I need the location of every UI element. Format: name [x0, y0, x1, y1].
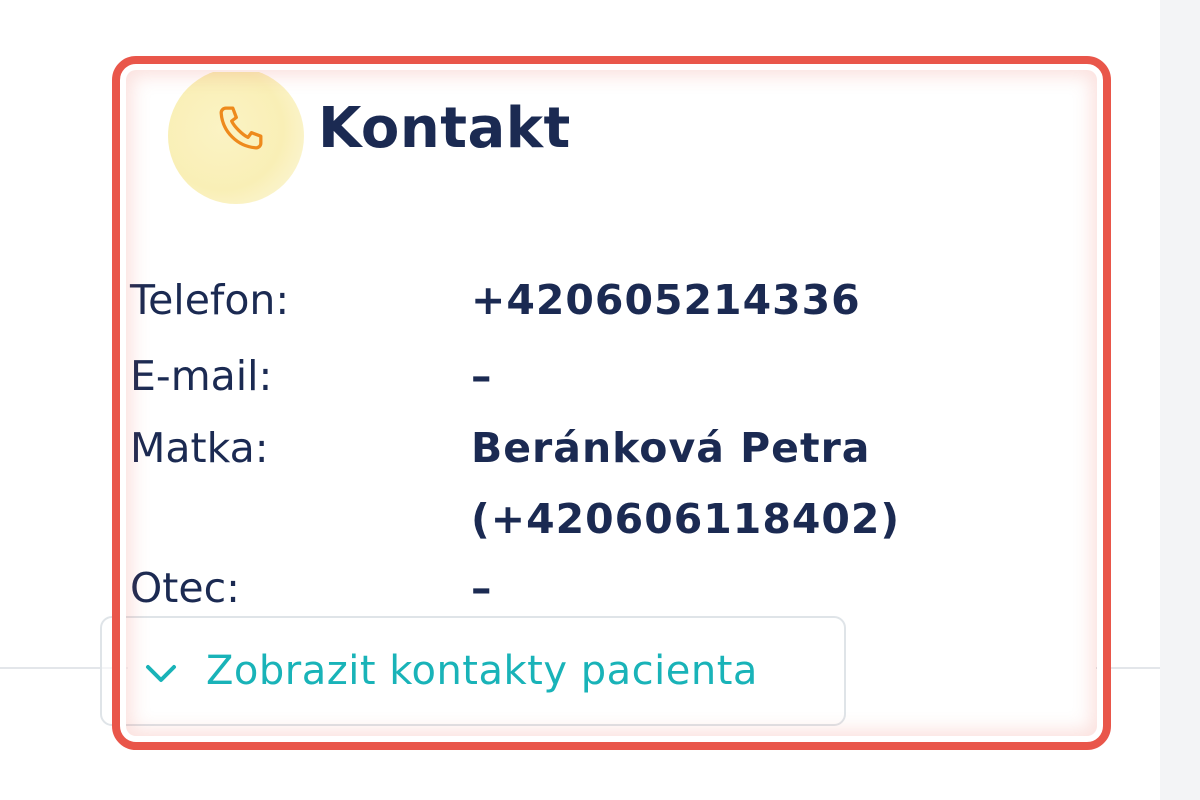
father-value: –: [471, 564, 493, 612]
mother-phone-value: (+420606118402): [471, 495, 901, 543]
chevron-down-icon: [146, 665, 176, 682]
mother-name-value: Beránková Petra: [471, 424, 871, 472]
email-value: –: [471, 352, 493, 400]
show-patient-contacts-label: Zobrazit kontakty pacienta: [206, 648, 758, 694]
phone-label: Telefon:: [130, 276, 290, 324]
right-panel-edge: [1160, 0, 1200, 800]
mother-label: Matka:: [130, 424, 269, 472]
phone-value: +420605214336: [471, 276, 861, 324]
email-label: E-mail:: [130, 352, 273, 400]
father-label: Otec:: [130, 564, 240, 612]
icon-badge: [168, 72, 304, 204]
phone-icon: [219, 106, 263, 150]
show-patient-contacts-button[interactable]: Zobrazit kontakty pacienta: [100, 616, 846, 726]
card-title: Kontakt: [318, 96, 571, 161]
